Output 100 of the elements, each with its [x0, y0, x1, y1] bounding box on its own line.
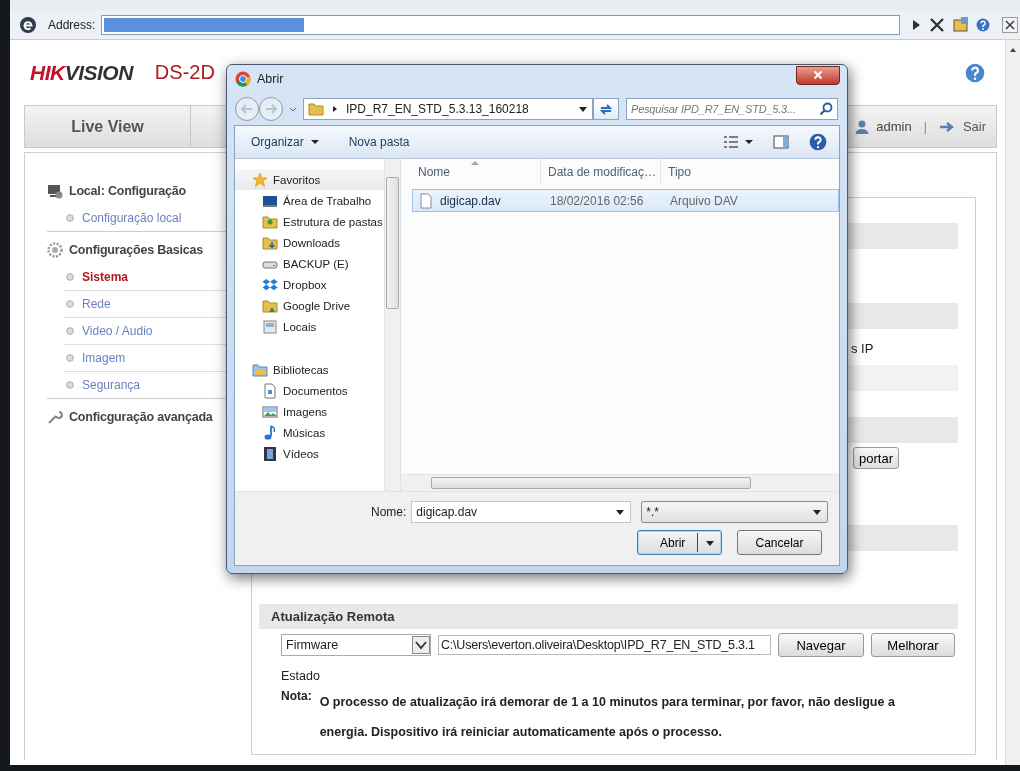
- breadcrumb-field[interactable]: IPD_R7_EN_STD_5.3.13_160218: [303, 98, 593, 120]
- export-button[interactable]: portar: [853, 447, 899, 469]
- folder-icon: [308, 101, 324, 117]
- picture-icon[interactable]: [952, 15, 971, 34]
- sidebar-item[interactable]: Video / Audio: [82, 324, 153, 338]
- tree-item[interactable]: Downloads: [235, 232, 384, 253]
- tree-item[interactable]: Locais: [235, 316, 384, 337]
- scrollbar[interactable]: [1005, 40, 1020, 765]
- monitor-icon: [47, 183, 63, 199]
- upgrade-button[interactable]: Melhorar: [871, 633, 955, 657]
- column-header[interactable]: Data de modificaç…: [541, 159, 661, 185]
- box-icon: [262, 276, 278, 293]
- dropdown-icon: [616, 508, 625, 516]
- tree-item[interactable]: Área de Trabalho: [235, 190, 384, 211]
- scroll-up-icon[interactable]: [1009, 46, 1017, 54]
- separator-text: |: [923, 119, 927, 134]
- close-button[interactable]: [796, 65, 840, 85]
- field-label: s IP: [851, 340, 874, 356]
- preview-pane-icon[interactable]: [773, 134, 789, 150]
- tree-item[interactable]: Google Drive: [235, 295, 384, 316]
- url-field[interactable]: [101, 14, 901, 35]
- column-header[interactable]: Tipo: [661, 159, 771, 185]
- user-name: admin: [876, 119, 912, 134]
- nav-tab[interactable]: Live View: [25, 106, 191, 147]
- browse-button[interactable]: Navegar: [778, 633, 864, 657]
- sort-arrow-icon: [471, 160, 479, 165]
- dropdown-icon[interactable]: [579, 105, 587, 113]
- tree-item[interactable]: Documentos: [235, 380, 384, 401]
- star-icon: [252, 171, 268, 188]
- caret-icon[interactable]: [745, 138, 753, 146]
- status-label: Estado: [281, 669, 321, 683]
- close-icon[interactable]: [1002, 16, 1018, 33]
- view-list-icon[interactable]: [723, 134, 739, 150]
- film-icon: [262, 445, 278, 462]
- search-icon: [819, 102, 833, 116]
- file-name-field[interactable]: digicap.dav: [411, 501, 632, 523]
- gear-icon: [47, 242, 63, 258]
- sidebar-item[interactable]: Sistema: [82, 270, 129, 284]
- file-type-select[interactable]: *.*: [641, 501, 829, 523]
- sidebar-section-title[interactable]: Configurações Basicas: [69, 243, 204, 257]
- refresh-icon: [599, 102, 613, 116]
- tree-item[interactable]: Estrutura de pastas: [235, 211, 384, 232]
- browser-logo-icon: [20, 16, 36, 33]
- organize-button[interactable]: Organizar: [243, 132, 327, 152]
- folder-icon: [262, 234, 278, 251]
- close-icon: [813, 70, 823, 80]
- user-icon: [854, 118, 871, 135]
- caret-icon: [310, 138, 319, 146]
- dialog-title: Abrir: [257, 72, 284, 86]
- dropdown-icon: [412, 636, 430, 654]
- section-title: Atualização Remota: [259, 604, 958, 629]
- bullet-icon: [66, 300, 74, 308]
- file-name-label: Nome:: [371, 505, 407, 519]
- cancel-button[interactable]: Cancelar: [737, 530, 822, 555]
- back-forward-icon[interactable]: [234, 96, 286, 122]
- document-icon: [262, 382, 278, 399]
- new-folder-button[interactable]: Nova pasta: [340, 132, 418, 152]
- folder-icon: [262, 213, 278, 230]
- window-icon: [262, 318, 278, 335]
- help-icon[interactable]: [965, 62, 985, 83]
- file-path-field[interactable]: C:\Users\everton.oliveira\Desktop\IPD_R7_EN_STD_5.3.1: [438, 635, 771, 655]
- tree-item[interactable]: Vídeos: [235, 443, 384, 464]
- logout-link[interactable]: Sair: [962, 119, 986, 134]
- tree-item[interactable]: Dropbox: [235, 274, 384, 295]
- file-row[interactable]: digicap.dav 18/02/2016 02:56 Arquivo DAV: [412, 189, 839, 212]
- tree-item[interactable]: BACKUP (E): [235, 253, 384, 274]
- document-icon: [418, 192, 434, 209]
- sidebar-section-title[interactable]: Local: Configuração: [69, 184, 187, 198]
- refresh-button[interactable]: [593, 98, 619, 120]
- sidebar-item[interactable]: Configuração local: [82, 211, 182, 225]
- note-label: Nota:: [281, 689, 312, 703]
- picture-icon: [262, 403, 278, 420]
- dropdown-icon: [813, 508, 822, 516]
- tree-group[interactable]: Favoritos: [235, 169, 384, 190]
- folder-icon: [262, 297, 278, 314]
- open-button[interactable]: Abrir: [637, 530, 722, 555]
- tree-item[interactable]: Imagens: [235, 401, 384, 422]
- bullet-icon: [66, 273, 74, 281]
- help-icon[interactable]: [976, 17, 991, 32]
- tree-group[interactable]: Bibliotecas: [235, 359, 384, 380]
- type-select[interactable]: Firmware: [281, 634, 431, 656]
- device-model: DS-2D: [154, 61, 215, 84]
- bullet-icon: [66, 354, 74, 362]
- tree-item[interactable]: Músicas: [235, 422, 384, 443]
- folder-icon: [252, 361, 268, 378]
- folder-path: IPD_R7_EN_STD_5.3.13_160218: [346, 102, 529, 116]
- scrollbar[interactable]: [384, 159, 400, 491]
- help-icon[interactable]: [809, 133, 827, 151]
- search-field[interactable]: Pesquisar IPD_R7_EN_STD_5.3...: [626, 98, 838, 120]
- scrollbar[interactable]: [401, 474, 839, 491]
- chevron-icon: [331, 105, 339, 113]
- bullet-icon: [66, 327, 74, 335]
- logo-text: HIKVISION: [30, 60, 133, 85]
- note-text: O processo de atualização irá demorar de 1 a 10 minutos para terminar, por favor, não desligue a energia. Dispositivo irá reiniciar automaticamente após o processo.: [319, 694, 896, 741]
- bullet-icon: [66, 214, 74, 222]
- sidebar-item[interactable]: Segurança: [82, 378, 141, 392]
- sidebar-item[interactable]: Rede: [82, 297, 111, 311]
- sidebar-item[interactable]: Imagem: [82, 351, 126, 365]
- sidebar-section-title[interactable]: Conficguração avançada: [69, 410, 213, 424]
- caret-icon: [706, 538, 715, 547]
